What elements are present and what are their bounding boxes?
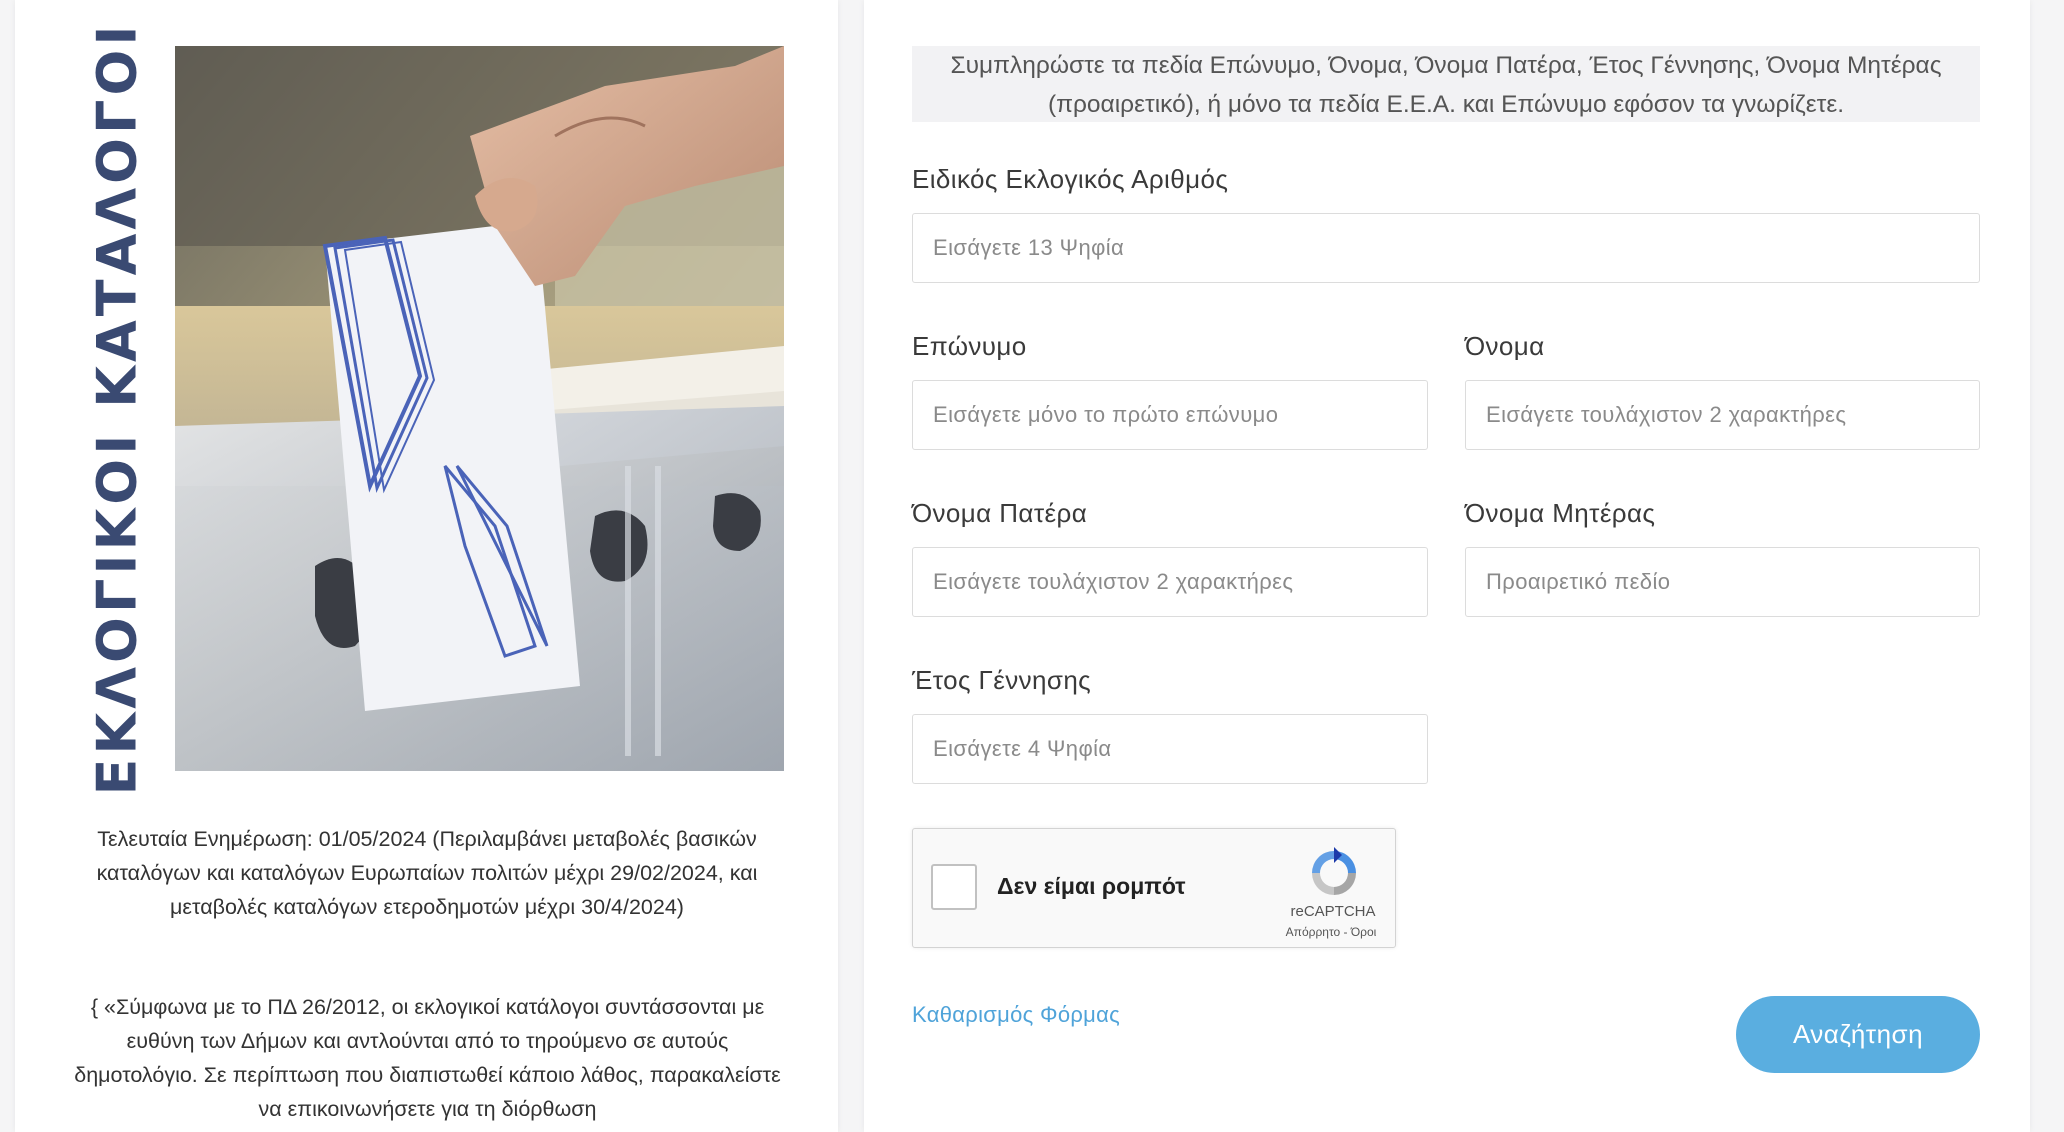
search-form-panel: Συμπληρώστε τα πεδία Επώνυμο, Όνομα, Όνο… (864, 0, 2030, 1132)
recaptcha-label: Δεν είμαι ρομπότ (997, 873, 1186, 899)
eea-input[interactable] (912, 213, 1980, 283)
recaptcha-checkbox[interactable] (931, 864, 977, 910)
father-name-input[interactable] (912, 547, 1428, 617)
clear-form-link[interactable]: Καθαρισμός Φόρμας (912, 1002, 1120, 1028)
surname-label: Επώνυμο (912, 331, 1027, 361)
form-instructions: Συμπληρώστε τα πεδία Επώνυμο, Όνομα, Όνο… (912, 46, 1980, 122)
birth-year-input[interactable] (912, 714, 1428, 784)
eea-label: Ειδικός Εκλογικός Αριθμός (912, 164, 1229, 194)
recaptcha-privacy-terms[interactable]: Απόρρητο - Όροι (1271, 925, 1391, 939)
mother-name-label: Όνομα Μητέρας (1465, 498, 1656, 528)
vertical-title-wrap: ΕΚΛΟΓΙΚΟΙ ΚΑΤΑΛΟΓΟΙ (86, 21, 149, 795)
search-button[interactable]: Αναζήτηση (1736, 996, 1980, 1073)
father-name-label: Όνομα Πατέρα (912, 498, 1088, 528)
ballot-photo-image (175, 46, 784, 771)
page: ΕΚΛΟΓΙΚΟΙ ΚΑΤΑΛΟΓΟΙ Τελευταία Ενημέρωση:… (0, 0, 2064, 1132)
ballot-photo (175, 46, 784, 771)
birth-year-label: Έτος Γέννησης (912, 665, 1092, 695)
first-name-input[interactable] (1465, 380, 1980, 450)
recaptcha-widget: Δεν είμαι ρομπότ reCAPTCHA Απόρρητο - Όρ… (912, 828, 1396, 948)
mother-name-input[interactable] (1465, 547, 1980, 617)
legal-note-text: { «Σύμφωνα με το ΠΔ 26/2012, οι εκλογικο… (74, 995, 781, 1121)
info-panel: ΕΚΛΟΓΙΚΟΙ ΚΑΤΑΛΟΓΟΙ Τελευταία Ενημέρωση:… (15, 0, 838, 1132)
first-name-label: Όνομα (1465, 331, 1545, 361)
recaptcha-icon (1312, 847, 1356, 895)
surname-input[interactable] (912, 380, 1428, 450)
vertical-title: ΕΚΛΟΓΙΚΟΙ ΚΑΤΑΛΟΓΟΙ (85, 21, 149, 795)
recaptcha-brand: reCAPTCHA (1290, 903, 1376, 920)
last-update-text: Τελευταία Ενημέρωση: 01/05/2024 (Περιλαμ… (96, 827, 758, 919)
